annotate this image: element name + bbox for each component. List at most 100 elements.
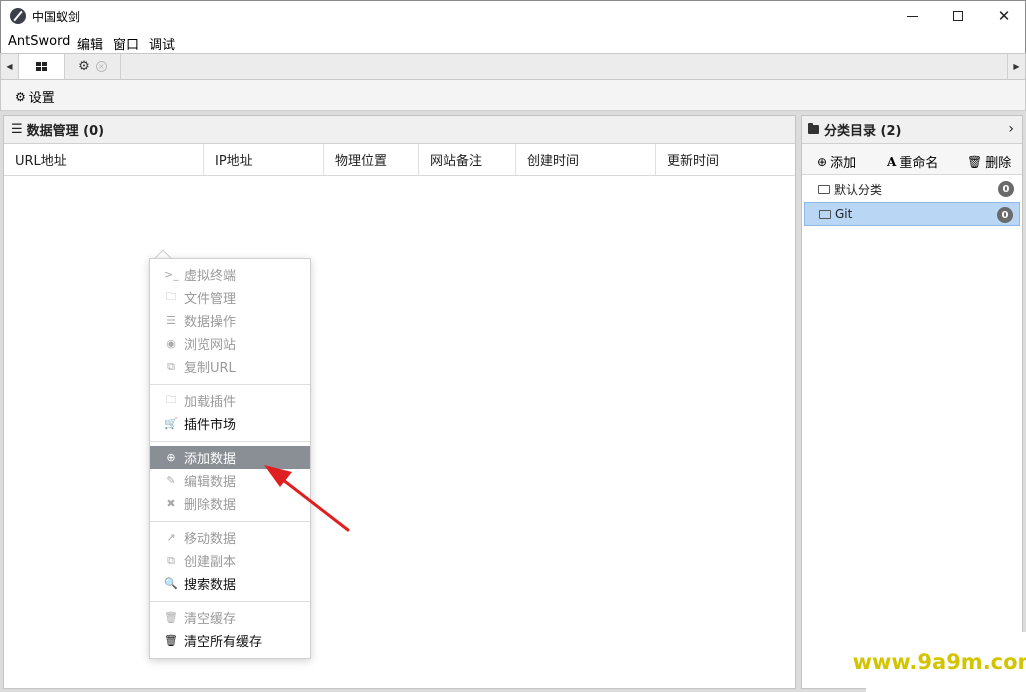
menu-item-virtual-terminal[interactable]: >_ 虚拟终端 — [150, 263, 310, 286]
menu-item-move-data[interactable]: ↗ 移动数据 — [150, 526, 310, 549]
menu-item-add-data[interactable]: ⊕ 添加数据 — [150, 446, 310, 469]
plus-circle-icon: ⊕ — [166, 451, 176, 464]
database-icon: ☰ — [166, 314, 176, 327]
menu-item-label: 搜索数据 — [184, 578, 237, 593]
menu-debug[interactable]: 调试 — [149, 34, 175, 53]
menu-item-edit-data[interactable]: ✎ 编辑数据 — [150, 469, 310, 492]
column-location[interactable]: 物理位置 — [324, 144, 419, 175]
menu-divider — [150, 521, 310, 522]
menu-item-label: 清空所有缓存 — [184, 635, 263, 650]
menu-item-plugin-market[interactable]: 🛒 插件市场 — [150, 412, 310, 435]
trash-icon: 🗑 — [164, 634, 178, 647]
menu-edit[interactable]: 编辑 — [77, 34, 103, 53]
menu-antsword[interactable]: AntSword — [8, 34, 70, 49]
watermark-logo: www.9a9m.com — [853, 632, 1026, 692]
add-category-button[interactable]: ⊕ 添加 — [817, 152, 857, 172]
toolbar: ⚙ 设置 — [0, 80, 1026, 111]
plus-circle-icon: ⊕ — [817, 154, 828, 169]
menu-bar: AntSword 编辑 窗口 调试 — [0, 31, 1026, 53]
grid-icon — [36, 62, 47, 71]
settings-button[interactable]: ⚙ 设置 — [15, 87, 55, 107]
tab-scroll-left-button[interactable]: ◀ — [1, 54, 19, 79]
menu-item-copy-url[interactable]: ⧉ 复制URL — [150, 355, 310, 378]
app-logo-icon — [10, 8, 26, 24]
cart-icon: 🛒 — [164, 417, 178, 430]
trash-icon: 🗑 — [164, 611, 178, 624]
folder-icon: 🗀 — [165, 290, 177, 303]
menu-item-create-copy[interactable]: ⧉ 创建副本 — [150, 549, 310, 572]
tab-close-icon[interactable]: × — [95, 61, 107, 72]
category-item-default[interactable]: 默认分类 0 — [804, 177, 1020, 201]
gear-icon: ⚙ — [15, 89, 26, 104]
title-bar: 中国蚁剑 ✕ — [0, 0, 1026, 31]
terminal-icon: >_ — [164, 268, 179, 281]
column-ip[interactable]: IP地址 — [204, 144, 324, 175]
delete-category-label: 删除 — [985, 156, 1012, 171]
category-count-badge: 0 — [998, 181, 1014, 197]
trash-icon: 🗑 — [967, 154, 983, 169]
add-category-label: 添加 — [830, 156, 857, 171]
tab-home[interactable] — [19, 54, 65, 79]
menu-item-clear-cache[interactable]: 🗑 清空缓存 — [150, 606, 310, 629]
menu-divider — [150, 601, 310, 602]
menu-item-label: 加载插件 — [184, 395, 237, 410]
context-menu: >_ 虚拟终端 🗀 文件管理 ☰ 数据操作 ◉ 浏览网站 ⧉ 复制URL 🗀 加载插件 🛒 插… — [149, 258, 311, 659]
category-item-label: Git — [835, 207, 853, 221]
close-icon: ✖ — [166, 497, 176, 510]
gear-icon: ⚙ — [78, 59, 90, 74]
rename-category-label: 重命名 — [899, 156, 939, 171]
menu-item-label: 插件市场 — [184, 418, 237, 433]
tab-settings[interactable]: ⚙ × — [65, 54, 121, 79]
menu-item-file-manager[interactable]: 🗀 文件管理 — [150, 286, 310, 309]
delete-category-button[interactable]: 🗑 删除 — [967, 152, 1012, 172]
minimize-button[interactable] — [889, 1, 935, 31]
font-icon: A — [887, 154, 897, 169]
menu-item-label: 虚拟终端 — [184, 269, 237, 284]
column-created[interactable]: 创建时间 — [516, 144, 656, 175]
menu-item-database[interactable]: ☰ 数据操作 — [150, 309, 310, 332]
column-url[interactable]: URL地址 — [4, 144, 204, 175]
window-title: 中国蚁剑 — [32, 10, 81, 24]
maximize-icon — [953, 11, 963, 21]
menu-item-label: 移动数据 — [184, 532, 237, 547]
table-header: URL地址 IP地址 物理位置 网站备注 创建时间 更新时间 — [4, 144, 795, 176]
menu-item-label: 清空缓存 — [184, 612, 237, 627]
category-count-badge: 0 — [997, 207, 1013, 223]
menu-item-label: 文件管理 — [184, 292, 237, 307]
copy-icon: ⧉ — [167, 553, 175, 567]
folder-icon: 🗀 — [165, 393, 177, 406]
close-button[interactable]: ✕ — [981, 1, 1026, 31]
maximize-button[interactable] — [935, 1, 981, 31]
chrome-icon: ◉ — [166, 337, 176, 350]
menu-item-delete-data[interactable]: ✖ 删除数据 — [150, 492, 310, 515]
menu-item-label: 复制URL — [184, 361, 236, 376]
menu-item-label: 数据操作 — [184, 315, 237, 330]
menu-window[interactable]: 窗口 — [113, 34, 139, 53]
column-note[interactable]: 网站备注 — [419, 144, 516, 175]
search-icon: 🔍 — [164, 577, 178, 590]
data-management-panel: ☰ 数据管理 (0) URL地址 IP地址 物理位置 网站备注 创建时间 更新时… — [3, 115, 796, 689]
menu-divider — [150, 441, 310, 442]
menu-item-label: 删除数据 — [184, 498, 237, 513]
collapse-chevron-icon[interactable]: › — [1008, 121, 1014, 137]
menu-item-clear-all-cache[interactable]: 🗑 清空所有缓存 — [150, 629, 310, 652]
category-item-label: 默认分类 — [834, 182, 883, 197]
menu-item-load-plugin[interactable]: 🗀 加载插件 — [150, 389, 310, 412]
menu-item-browse-site[interactable]: ◉ 浏览网站 — [150, 332, 310, 355]
menu-item-label: 创建副本 — [184, 555, 237, 570]
settings-label: 设置 — [28, 91, 55, 106]
list-icon: ☰ — [11, 122, 23, 137]
column-updated[interactable]: 更新时间 — [656, 144, 795, 175]
category-item-git[interactable]: Git 0 — [804, 202, 1020, 226]
category-panel: 分类目录 (2) › ⊕ 添加 A 重命名 🗑 删除 默认分类 0 Git 0 — [801, 115, 1023, 689]
rename-category-button[interactable]: A 重命名 — [887, 152, 939, 172]
menu-item-label: 编辑数据 — [184, 475, 237, 490]
menu-item-search-data[interactable]: 🔍 搜索数据 — [150, 572, 310, 595]
menu-divider — [150, 384, 310, 385]
tab-scroll-right-button[interactable]: ▶ — [1007, 54, 1025, 79]
folder-icon — [818, 184, 830, 194]
folder-icon — [819, 209, 831, 219]
category-panel-header: 分类目录 (2) › — [802, 116, 1022, 144]
folder-icon — [808, 123, 819, 134]
share-icon: ↗ — [166, 531, 176, 544]
